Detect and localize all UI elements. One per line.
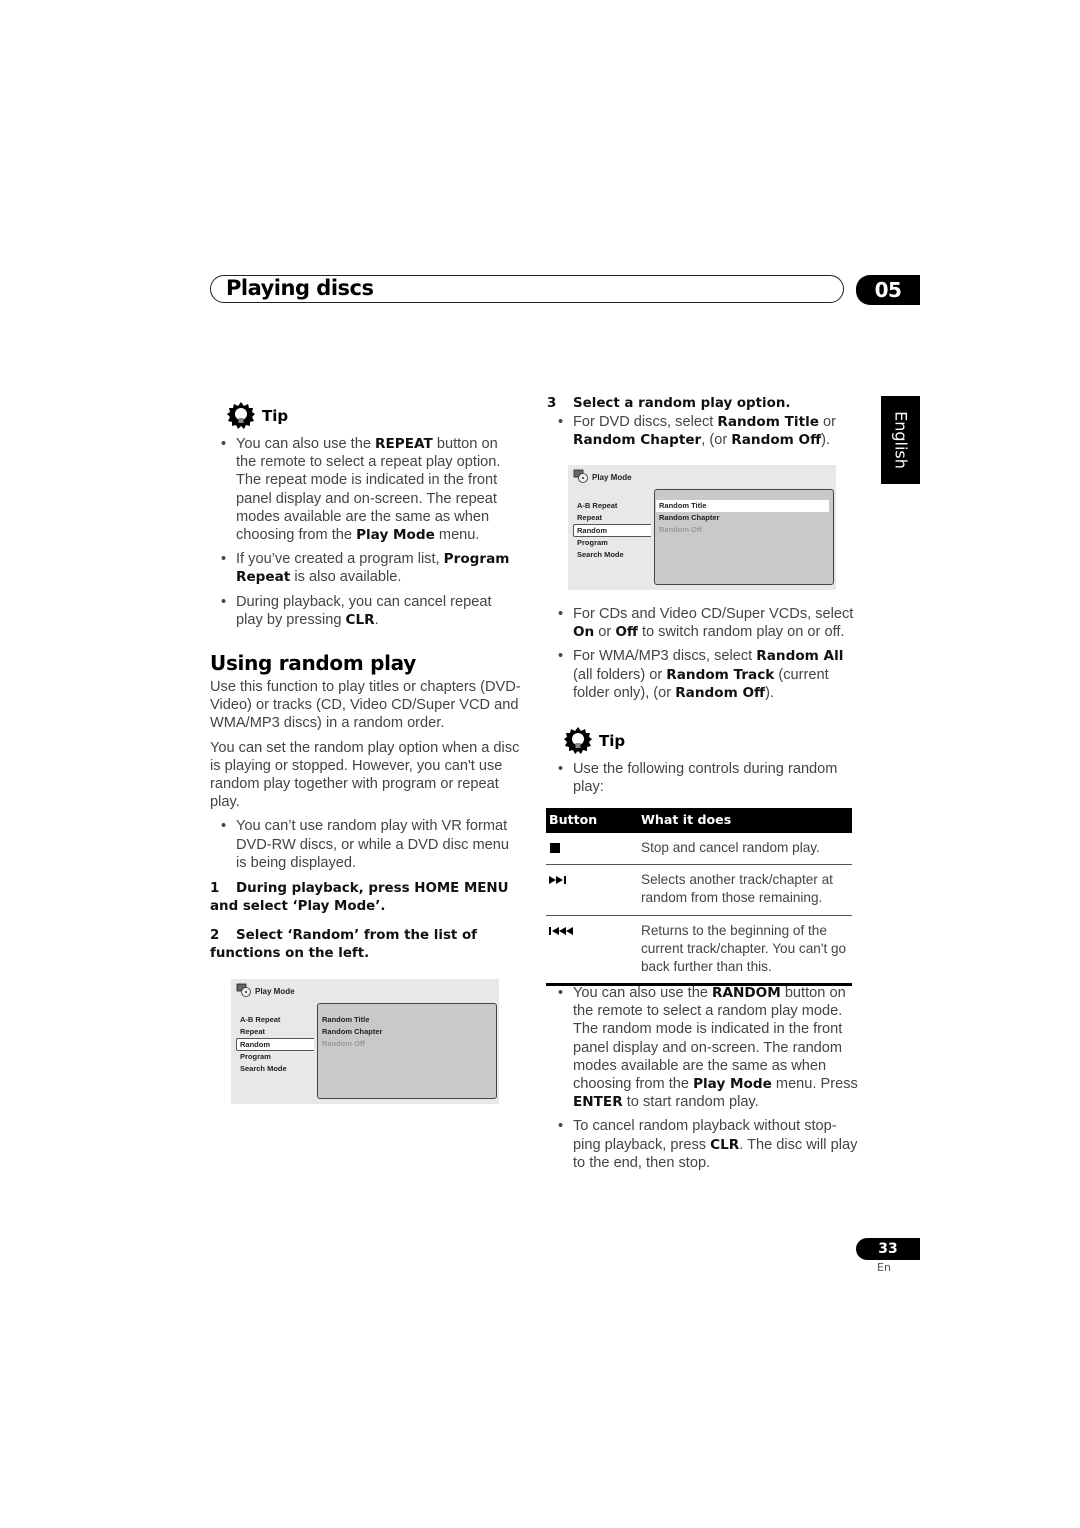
disc-icon bbox=[573, 469, 588, 483]
play-mode-screen-left: Play Mode A-B Repeat Repeat Random Program Se… bbox=[231, 979, 499, 1104]
table-row: Stop and cancel random play. bbox=[546, 833, 852, 866]
disc-icon bbox=[236, 983, 251, 997]
menu-item[interactable]: Search Mode bbox=[577, 549, 651, 561]
play-mode-screen-right: Play Mode A-B Repeat Repeat Random Program Se… bbox=[568, 465, 836, 590]
menu-item[interactable]: A-B Repeat bbox=[577, 500, 651, 512]
menu-item[interactable]: Repeat bbox=[577, 512, 651, 524]
menu-item[interactable]: Random bbox=[236, 1038, 314, 1051]
tip-bullet: During playback, you can cancel repeat p… bbox=[210, 593, 522, 629]
controls-table: Button What it does Stop and cancel rand… bbox=[546, 808, 852, 987]
lightbulb-gear-icon bbox=[227, 402, 255, 429]
function-menu: A-B Repeat Repeat Random Program Search Mode bbox=[236, 1014, 314, 1075]
step-number: 3 bbox=[547, 396, 557, 411]
function-menu: A-B Repeat Repeat Random Program Search Mode bbox=[573, 500, 651, 561]
bold-term: Random Title bbox=[717, 414, 819, 430]
menu-item[interactable]: Program bbox=[577, 537, 651, 549]
tip-bullet: You can also use the RANDOM button on th… bbox=[547, 984, 859, 1111]
screen-title: Play Mode bbox=[255, 987, 295, 996]
header-button: Button bbox=[549, 812, 598, 828]
intro-text: Use this function to play titles or chap… bbox=[210, 678, 522, 878]
bold-term: REPEAT bbox=[375, 436, 433, 452]
page-header-title: Playing discs bbox=[226, 276, 374, 300]
tip-intro: Use the following controls during random… bbox=[547, 760, 859, 796]
disc-type-bullets: For CDs and Video CD/Super VCDs, select … bbox=[547, 605, 859, 708]
tip-heading-left: Tip bbox=[226, 401, 288, 431]
lightbulb-gear-icon bbox=[564, 727, 592, 754]
bold-term: Play Mode bbox=[693, 1076, 772, 1093]
bold-term: Random Off bbox=[731, 432, 822, 449]
step-number: 2 bbox=[210, 928, 220, 943]
option-list: Random Title Random Chapter Random Off bbox=[656, 500, 829, 537]
bold-term: Program Repeat bbox=[236, 551, 510, 586]
tip-heading-right: Tip bbox=[563, 726, 625, 756]
bold-term: ENTER bbox=[573, 1094, 623, 1111]
next-track-icon bbox=[549, 876, 566, 885]
tip-label: Tip bbox=[599, 732, 626, 750]
step-2: 2 Select ‘Random’ from the list of functi… bbox=[210, 927, 500, 963]
bold-term: Play Mode bbox=[356, 527, 435, 544]
paragraph: You can set the random play option when … bbox=[210, 739, 520, 811]
step-1: 1 During playback, press HOME MENU and se… bbox=[210, 880, 520, 916]
row-description: Returns to the beginning of the current … bbox=[641, 922, 847, 975]
bold-term: Off bbox=[615, 624, 638, 641]
bold-term: Random Track bbox=[666, 666, 775, 683]
option-list: Random Title Random Chapter Random Off bbox=[322, 1014, 492, 1051]
table-header: Button What it does bbox=[546, 808, 852, 833]
option-item[interactable]: Random Chapter bbox=[322, 1026, 492, 1038]
menu-item[interactable]: Repeat bbox=[240, 1026, 314, 1038]
chapter-badge: 05 bbox=[856, 275, 920, 305]
menu-item[interactable]: A-B Repeat bbox=[240, 1014, 314, 1026]
bold-term: Random Chapter bbox=[573, 432, 702, 449]
dvd-bullet-wrap: For DVD discs, select Random Title or Ra… bbox=[547, 413, 859, 455]
tip-label: Tip bbox=[262, 407, 289, 425]
row-description: Stop and cancel random play. bbox=[641, 840, 820, 855]
language-tab-label: English bbox=[891, 411, 910, 469]
bold-term: On bbox=[573, 624, 595, 641]
paragraph: Use this function to play titles or chap… bbox=[210, 679, 521, 732]
header-what-it-does: What it does bbox=[641, 812, 732, 828]
stop-icon bbox=[550, 843, 560, 853]
page-number: 33 bbox=[856, 1238, 920, 1260]
dvd-bullet: For DVD discs, select Random Title or Ra… bbox=[547, 413, 859, 449]
disc-bullet: For WMA/MP3 discs, select Random All (al… bbox=[547, 647, 859, 702]
step-text: During playback, press HOME MENU and sel… bbox=[210, 881, 509, 914]
tip-bullet: You can also use the REPEAT button on th… bbox=[210, 435, 522, 544]
bold-term: Random All bbox=[756, 648, 844, 665]
section-title: Using random play bbox=[210, 651, 416, 675]
tip-bullet: To cancel random playback without stop-p… bbox=[547, 1117, 859, 1172]
step-3: 3 Select a random play option. bbox=[547, 395, 847, 413]
row-description: Selects another track/chapter at random … bbox=[641, 872, 833, 906]
previous-track-icon bbox=[549, 926, 573, 935]
bold-term: CLR bbox=[345, 611, 375, 628]
option-item[interactable]: Random Chapter bbox=[659, 512, 829, 524]
screen-title: Play Mode bbox=[592, 473, 632, 482]
option-item[interactable]: Random Off bbox=[659, 524, 829, 536]
step-number: 1 bbox=[210, 881, 220, 896]
option-item[interactable]: Random Title bbox=[656, 500, 829, 513]
note-bullet: You can’t use random play with VR format… bbox=[210, 817, 522, 872]
option-item[interactable]: Random Title bbox=[322, 1014, 492, 1026]
table-row: Selects another track/chapter at random … bbox=[546, 865, 852, 916]
bold-term: Random Off bbox=[675, 684, 766, 701]
table-row: Returns to the beginning of the current … bbox=[546, 916, 852, 987]
disc-bullet: For CDs and Video CD/Super VCDs, select … bbox=[547, 605, 859, 641]
menu-item[interactable]: Program bbox=[240, 1051, 314, 1063]
bold-term: CLR bbox=[710, 1136, 740, 1153]
page-language-code: En bbox=[877, 1261, 891, 1274]
tip-bullets-right: You can also use the RANDOM button on th… bbox=[547, 984, 859, 1178]
tip-bullets-left: You can also use the REPEAT button on th… bbox=[210, 435, 522, 635]
language-tab: English bbox=[881, 396, 920, 484]
step-text: Select a random play option. bbox=[573, 396, 791, 411]
tip-bullet: If you’ve created a program list, Progra… bbox=[210, 550, 522, 586]
bold-term: RANDOM bbox=[712, 985, 781, 1001]
step-text: Select ‘Random’ from the list of functio… bbox=[210, 928, 478, 961]
menu-item[interactable]: Search Mode bbox=[240, 1063, 314, 1075]
tip-intro-wrap: Use the following controls during random… bbox=[547, 760, 859, 802]
menu-item[interactable]: Random bbox=[573, 524, 651, 537]
option-item[interactable]: Random Off bbox=[322, 1038, 492, 1050]
